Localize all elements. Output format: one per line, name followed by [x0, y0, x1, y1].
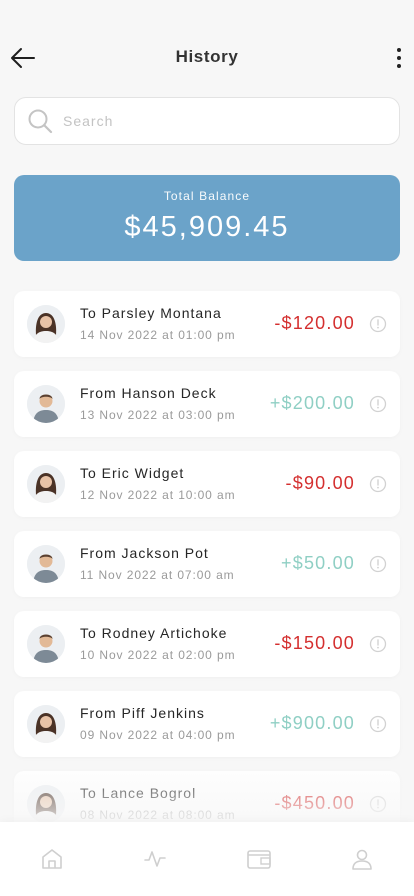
- transaction-name: To Parsley Montana: [80, 305, 222, 321]
- info-icon[interactable]: [369, 795, 387, 813]
- activity-icon: [144, 851, 167, 867]
- transaction-name: To Lance Bogrol: [80, 785, 197, 801]
- transaction-date: 13 Nov 2022 at 03:00 pm: [80, 408, 236, 422]
- avatar: [27, 305, 65, 343]
- transaction-amount: -$90.00: [285, 473, 355, 493]
- transaction-name: To Eric Widget: [80, 465, 185, 481]
- transaction-row[interactable]: To Parsley Montana 14 Nov 2022 at 01:00 p…: [14, 291, 400, 357]
- balance-card: Total Balance $45,909.45: [14, 175, 400, 261]
- transaction-row[interactable]: To Rodney Artichoke 10 Nov 2022 at 02:00 …: [14, 611, 400, 677]
- female-avatar-icon: [27, 785, 65, 823]
- transaction-amount: -$150.00: [274, 633, 355, 653]
- info-icon[interactable]: [369, 395, 387, 413]
- transaction-name: From Piff Jenkins: [80, 705, 205, 721]
- info-icon[interactable]: [369, 555, 387, 573]
- dot-icon: [397, 48, 401, 52]
- avatar: [27, 705, 65, 743]
- transaction-row[interactable]: From Jackson Pot 11 Nov 2022 at 07:00 am +…: [14, 531, 400, 597]
- bottom-tab-bar: [0, 822, 414, 896]
- wallet-icon: [246, 850, 271, 869]
- dot-icon: [397, 56, 401, 60]
- transaction-name: From Jackson Pot: [80, 545, 209, 561]
- avatar: [27, 625, 65, 663]
- transaction-row[interactable]: To Eric Widget 12 Nov 2022 at 10:00 am -$9…: [14, 451, 400, 517]
- page-title: History: [175, 47, 239, 66]
- transaction-date: 12 Nov 2022 at 10:00 am: [80, 488, 236, 502]
- female-avatar-icon: [27, 705, 65, 743]
- tab-home[interactable]: [0, 822, 104, 896]
- avatar: [27, 545, 65, 583]
- male-avatar-icon: [27, 625, 65, 663]
- transaction-date: 10 Nov 2022 at 02:00 pm: [80, 648, 236, 662]
- transaction-name: To Rodney Artichoke: [80, 625, 228, 641]
- tab-profile[interactable]: [311, 822, 414, 896]
- transaction-date: 08 Nov 2022 at 08:00 am: [80, 808, 236, 822]
- transaction-row[interactable]: From Piff Jenkins 09 Nov 2022 at 04:00 pm…: [14, 691, 400, 757]
- transaction-date: 09 Nov 2022 at 04:00 pm: [80, 728, 236, 742]
- profile-icon: [352, 849, 373, 870]
- avatar: [27, 465, 65, 503]
- app-header: History: [0, 0, 414, 90]
- avatar: [27, 785, 65, 823]
- tab-activity[interactable]: [104, 822, 208, 896]
- transaction-date: 11 Nov 2022 at 07:00 am: [80, 568, 235, 582]
- transaction-row[interactable]: From Hanson Deck 13 Nov 2022 at 03:00 pm +…: [14, 371, 400, 437]
- transaction-amount: +$200.00: [269, 393, 355, 413]
- transaction-date: 14 Nov 2022 at 01:00 pm: [80, 328, 236, 342]
- more-menu-button[interactable]: [392, 46, 406, 70]
- female-avatar-icon: [27, 305, 65, 343]
- tab-wallet[interactable]: [207, 822, 311, 896]
- search-icon: [28, 109, 53, 134]
- info-icon[interactable]: [369, 475, 387, 493]
- transaction-amount: +$900.00: [269, 713, 355, 733]
- search-input[interactable]: [63, 113, 363, 129]
- male-avatar-icon: [27, 545, 65, 583]
- dot-icon: [397, 64, 401, 68]
- balance-label: Total Balance: [163, 189, 251, 203]
- search-bar[interactable]: [14, 97, 400, 145]
- home-icon: [41, 849, 62, 869]
- transaction-name: From Hanson Deck: [80, 385, 217, 401]
- male-avatar-icon: [27, 385, 65, 423]
- info-icon[interactable]: [369, 635, 387, 653]
- info-icon[interactable]: [369, 715, 387, 733]
- transaction-amount: -$450.00: [274, 793, 355, 813]
- avatar: [27, 385, 65, 423]
- transaction-amount: +$50.00: [281, 553, 355, 573]
- female-avatar-icon: [27, 465, 65, 503]
- transaction-amount: -$120.00: [274, 313, 355, 333]
- info-icon[interactable]: [369, 315, 387, 333]
- balance-amount: $45,909.45: [124, 211, 290, 243]
